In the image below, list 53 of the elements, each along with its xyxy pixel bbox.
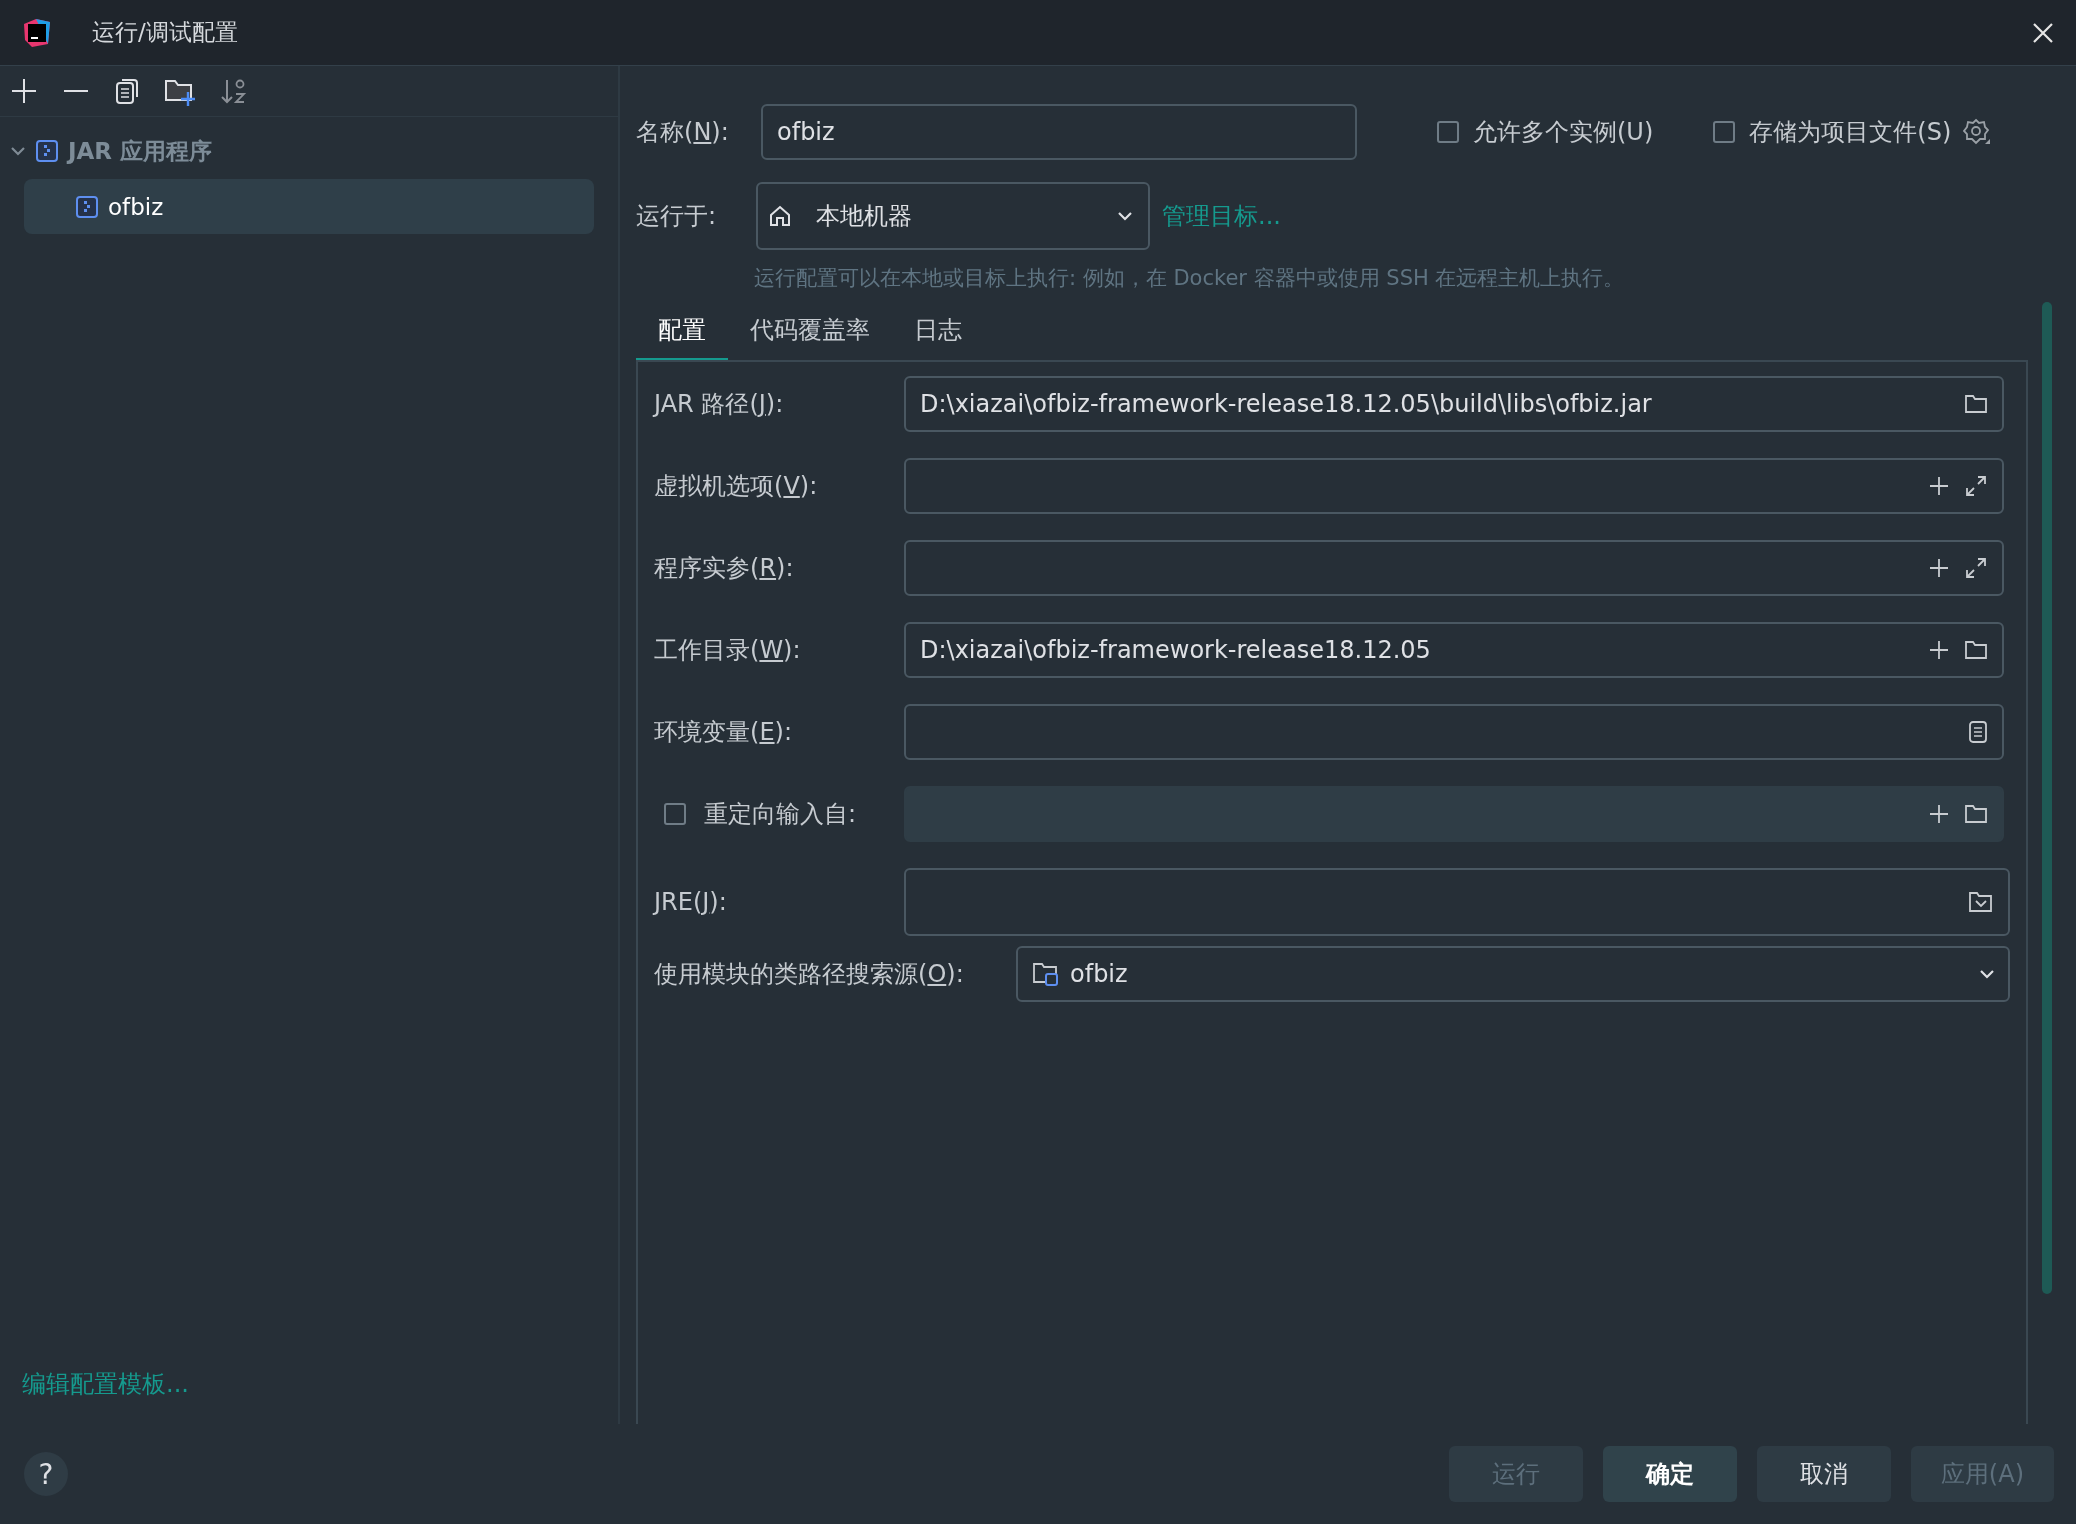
add-icon[interactable] [1928, 639, 1950, 661]
jar-icon [36, 140, 58, 162]
folder-icon[interactable] [1964, 393, 1988, 415]
copy-icon[interactable] [114, 77, 140, 105]
field-label: 环境变量(E): [654, 717, 793, 748]
field-label: 程序实参(R): [654, 553, 795, 584]
field-label: JRE(J): [654, 888, 728, 916]
jar-icon [76, 195, 98, 218]
input-field[interactable] [904, 704, 2004, 760]
hint-text: 运行配置可以在本地或目标上执行: 例如，在 Docker 容器中或使用 SSH 在远程主机上执行。 [754, 265, 1626, 292]
settings-icon[interactable] [1963, 118, 1992, 146]
document-icon[interactable] [1968, 720, 1988, 744]
input-field[interactable] [904, 540, 2004, 596]
field-label: JAR 路径(J): [654, 389, 785, 420]
target-dropdown[interactable]: 本地机器 [756, 182, 1150, 250]
dialog-button[interactable]: 取消 [1756, 1446, 1891, 1502]
expand-icon[interactable] [1964, 474, 1988, 498]
module-dropdown[interactable]: ofbiz [1016, 946, 2010, 1002]
help-button[interactable]: ? [24, 1452, 68, 1496]
run-on-label: 运行于: [636, 201, 718, 232]
chevron-down-icon [1978, 968, 1996, 980]
dialog-button[interactable]: 确定 [1602, 1446, 1737, 1502]
tree-item[interactable]: ofbiz [24, 179, 594, 234]
chevron-icon[interactable] [10, 145, 26, 157]
home-icon [768, 204, 792, 228]
scrollbar[interactable] [2042, 302, 2052, 1294]
tab[interactable]: 代码覆盖率 [728, 306, 892, 362]
manage-targets-link[interactable]: 管理目标... [1162, 200, 1281, 232]
tab[interactable]: 日志 [892, 306, 984, 362]
tab[interactable]: 配置 [636, 306, 728, 362]
name-field[interactable]: ofbiz [761, 104, 1357, 160]
field-label: 使用模块的类路径搜索源(O): [654, 959, 965, 990]
folder-icon[interactable] [1968, 890, 1994, 914]
add-icon[interactable] [10, 77, 38, 105]
app-logo-icon [22, 17, 52, 48]
add-icon[interactable] [1928, 475, 1950, 497]
option-checkbox[interactable]: 存储为项目文件(S) [1713, 116, 1952, 148]
field-label: 工作目录(W): [654, 635, 802, 666]
window-title: 运行/调试配置 [92, 18, 239, 47]
chevron-down-icon [1116, 210, 1134, 222]
expand-icon[interactable] [1964, 556, 1988, 580]
field-label: 虚拟机选项(V): [654, 471, 819, 502]
input-field[interactable]: D:\xiazai\ofbiz-framework-release18.12.05 [904, 622, 2004, 678]
add-icon[interactable] [1928, 557, 1950, 579]
option-checkbox[interactable]: 允许多个实例(U) [1437, 116, 1654, 148]
name-label: 名称(N): [636, 117, 730, 148]
edit-templates-link[interactable]: 编辑配置模板... [22, 1368, 618, 1400]
folder-icon[interactable] [1964, 639, 1988, 661]
close-icon[interactable] [2032, 21, 2054, 44]
input-field[interactable] [904, 458, 2004, 514]
input-field[interactable]: D:\xiazai\ofbiz-framework-release18.12.05\build\libs\ofbiz.jar [904, 376, 2004, 432]
jre-combo-field[interactable] [904, 868, 2010, 936]
tree-item[interactable]: JAR 应用程序 [0, 125, 594, 177]
